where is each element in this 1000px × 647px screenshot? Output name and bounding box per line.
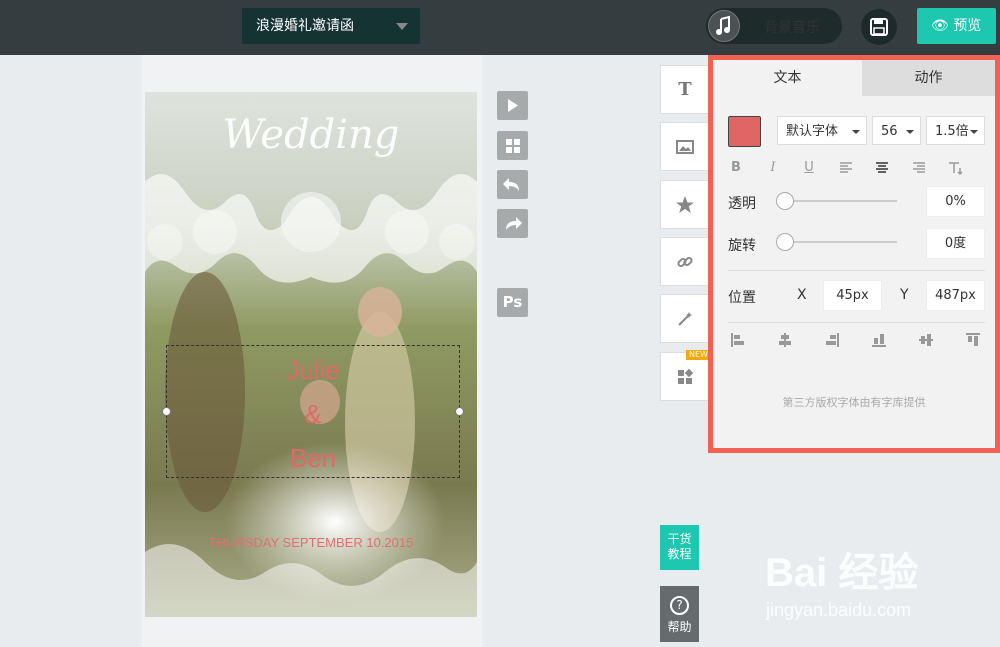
y-position-input[interactable]: 487px — [926, 280, 985, 311]
align-right-edge-icon[interactable] — [824, 332, 840, 348]
text-properties-panel: 文本 动作 默认字体 56 1.5倍 B I U 透明 0% 旋转 0度 位置 … — [708, 55, 1000, 453]
music-label: 背景音乐 — [764, 20, 820, 36]
grid-icon — [506, 139, 520, 153]
y-label: Y — [900, 287, 909, 303]
baidu-watermark: Bai 经验 — [765, 551, 919, 595]
text-icon: T — [678, 79, 692, 100]
preview-button[interactable]: 👁 预览 — [917, 8, 996, 44]
undo-icon — [503, 178, 519, 191]
link-icon — [677, 256, 693, 268]
save-button[interactable] — [861, 9, 897, 45]
redo-button[interactable] — [497, 209, 528, 238]
caret-down-icon — [852, 130, 860, 134]
position-label: 位置 — [728, 290, 756, 306]
add-text-button[interactable]: T — [660, 65, 709, 114]
grid-button[interactable] — [497, 131, 528, 160]
opacity-input[interactable]: 0% — [926, 186, 985, 217]
rotate-input[interactable]: 0度 — [926, 228, 985, 259]
preview-label: 预览 — [953, 18, 982, 34]
image-icon — [676, 140, 694, 154]
add-shape-button[interactable] — [660, 180, 709, 229]
name-line-1: Julie — [286, 355, 340, 385]
caret-down-icon — [906, 130, 914, 134]
baidu-watermark-url: jingyan.baidu.com — [766, 600, 912, 620]
name-line-3: Ben — [289, 443, 337, 473]
play-icon — [508, 99, 518, 112]
caret-down-icon — [970, 130, 978, 134]
font-credit-text: 第三方版权字体由有字库提供 — [782, 396, 926, 409]
vertical-text-icon[interactable] — [947, 160, 963, 176]
divider — [728, 270, 985, 271]
x-position-input[interactable]: 45px — [823, 280, 882, 311]
opacity-slider-handle[interactable] — [776, 192, 794, 210]
font-size-value: 56 — [881, 124, 898, 139]
eye-icon: 👁 — [931, 18, 949, 34]
photoshop-import-button[interactable]: Ps — [497, 288, 528, 317]
card-script-title[interactable]: Wedding — [145, 112, 477, 158]
rotate-slider-handle[interactable] — [776, 233, 794, 251]
align-horizontal-center-icon[interactable] — [777, 332, 793, 348]
x-label: X — [797, 287, 807, 303]
bold-icon[interactable]: B — [728, 160, 744, 176]
undo-button[interactable] — [497, 170, 528, 199]
text-color-picker[interactable] — [728, 116, 761, 147]
align-right-icon[interactable] — [911, 160, 927, 176]
tab-action[interactable]: 动作 — [862, 60, 995, 96]
add-image-button[interactable] — [660, 122, 709, 171]
align-left-icon[interactable] — [838, 160, 854, 176]
font-size-select[interactable]: 56 — [872, 116, 921, 145]
panel-tabs: 文本 动作 — [713, 60, 995, 96]
top-bar: 浪漫婚礼邀请函 背景音乐 👁 预览 — [0, 0, 1000, 55]
rotate-slider[interactable] — [785, 241, 897, 243]
align-vertical-center-icon[interactable] — [918, 332, 934, 348]
couple-names-text[interactable]: Julie & Ben — [166, 348, 460, 480]
help-button[interactable]: ? 帮助 — [660, 586, 699, 642]
template-title-select[interactable]: 浪漫婚礼邀请函 — [242, 8, 420, 44]
template-title-label: 浪漫婚礼邀请函 — [256, 18, 354, 34]
chevron-down-icon — [396, 23, 408, 30]
divider — [728, 322, 985, 323]
opacity-label: 透明 — [728, 196, 756, 212]
align-left-edge-icon[interactable] — [730, 332, 746, 348]
add-effect-button[interactable] — [660, 294, 709, 343]
widgets-icon — [678, 368, 694, 384]
rotate-label: 旋转 — [728, 238, 756, 254]
align-bottom-edge-icon[interactable] — [871, 332, 887, 348]
align-center-icon[interactable] — [874, 160, 890, 176]
question-icon: ? — [670, 596, 689, 615]
save-icon — [870, 18, 888, 36]
music-note-icon — [708, 10, 740, 42]
font-family-select[interactable]: 默认字体 — [777, 116, 867, 145]
add-link-button[interactable] — [660, 237, 709, 286]
redo-icon — [506, 217, 522, 230]
italic-icon[interactable]: I — [765, 160, 781, 176]
line-height-select[interactable]: 1.5倍 — [926, 116, 985, 145]
line-height-value: 1.5倍 — [935, 124, 969, 139]
tab-text[interactable]: 文本 — [713, 60, 862, 96]
underline-icon[interactable]: U — [801, 160, 817, 176]
font-family-value: 默认字体 — [786, 124, 839, 139]
play-button[interactable] — [497, 91, 528, 120]
background-music-button[interactable]: 背景音乐 — [706, 8, 842, 44]
card-date-text[interactable]: THURSDAY SEPTEMBER 10.2015 — [145, 535, 477, 550]
name-line-2: & — [304, 399, 322, 429]
opacity-slider[interactable] — [785, 200, 897, 202]
align-top-edge-icon[interactable] — [965, 332, 981, 348]
star-icon — [676, 196, 694, 213]
tutorial-button[interactable]: 干货 教程 — [660, 525, 699, 570]
magic-wand-icon — [678, 312, 692, 326]
help-label: 帮助 — [667, 620, 692, 634]
